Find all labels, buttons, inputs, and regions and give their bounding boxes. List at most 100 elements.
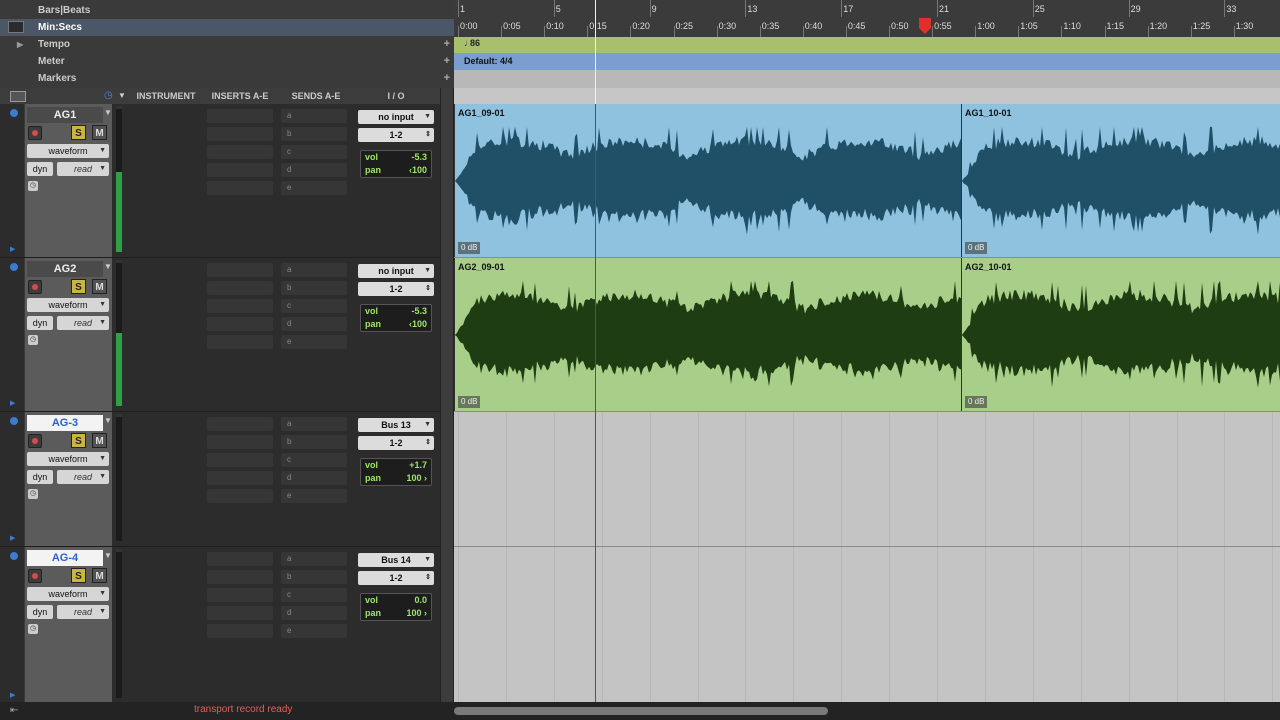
automation-mode-select[interactable]: read ▼: [57, 470, 109, 484]
dyn-button[interactable]: dyn: [27, 316, 53, 330]
send-slot[interactable]: b: [281, 570, 347, 584]
send-slot[interactable]: e: [281, 624, 347, 638]
send-slot[interactable]: e: [281, 489, 347, 503]
playhead-icon[interactable]: [919, 18, 931, 34]
track-lane[interactable]: AG2_09-01 0 dB AG2_10-01 0 dB: [454, 258, 1280, 412]
track-lane[interactable]: [454, 547, 1280, 704]
volume-pan-display[interactable]: vol -5.3 pan ‹100: [360, 150, 432, 178]
expand-triangle-icon[interactable]: ▶: [10, 399, 15, 407]
volume-row[interactable]: vol 0.0: [365, 594, 427, 607]
send-slot[interactable]: d: [281, 163, 347, 177]
timeline-rulers[interactable]: 86 ♩ Default: 4/4 1 5 9 13 17 21 25 29 33 0:00 0:0…: [454, 0, 1280, 88]
clip-gain[interactable]: 0 dB: [458, 242, 481, 254]
insert-slot[interactable]: [207, 606, 273, 620]
output-select[interactable]: 1-2 ⇕: [358, 128, 434, 142]
send-slot[interactable]: a: [281, 263, 347, 277]
insert-slot[interactable]: [207, 299, 273, 313]
input-select[interactable]: Bus 14 ▼: [358, 553, 434, 567]
volume-row[interactable]: vol -5.3: [365, 305, 427, 318]
track-row[interactable]: ▶ AG1 ▼ S M waveform ▼ dyn read ▼ ◷ a b c d e no…: [0, 104, 440, 258]
audio-clip[interactable]: AG1_10-01 0 dB: [961, 104, 1280, 257]
insert-slot[interactable]: [207, 163, 273, 177]
track-name[interactable]: AG1: [27, 107, 103, 123]
insert-slot[interactable]: [207, 489, 273, 503]
meter-lane[interactable]: Default: 4/4: [454, 53, 1280, 70]
output-select[interactable]: 1-2 ⇕: [358, 571, 434, 585]
expand-triangle-icon[interactable]: ▶: [17, 36, 23, 53]
solo-button[interactable]: S: [71, 568, 86, 583]
timebase-icon[interactable]: ◷: [28, 489, 38, 499]
automation-mode-select[interactable]: read ▼: [57, 316, 109, 330]
add-meter-icon[interactable]: +: [444, 53, 450, 70]
ruler-min-secs[interactable]: Min:Secs: [0, 19, 454, 36]
timebase-icon[interactable]: ◷: [28, 624, 38, 634]
chevron-down-icon[interactable]: ▼: [118, 91, 126, 100]
solo-button[interactable]: S: [71, 279, 86, 294]
dyn-button[interactable]: dyn: [27, 162, 53, 176]
track-list-menu-icon[interactable]: [10, 91, 26, 102]
input-select[interactable]: no input ▼: [358, 264, 434, 278]
record-arm-button[interactable]: [28, 280, 42, 294]
insert-slot[interactable]: [207, 263, 273, 277]
chevron-down-icon[interactable]: ▼: [104, 416, 112, 425]
insert-slot[interactable]: [207, 453, 273, 467]
clip-gain[interactable]: 0 dB: [458, 396, 481, 408]
clip-gain[interactable]: 0 dB: [965, 242, 988, 254]
send-slot[interactable]: d: [281, 317, 347, 331]
send-slot[interactable]: c: [281, 588, 347, 602]
insert-slot[interactable]: [207, 624, 273, 638]
output-select[interactable]: 1-2 ⇕: [358, 282, 434, 296]
expand-triangle-icon[interactable]: ▶: [10, 691, 15, 699]
insert-slot[interactable]: [207, 471, 273, 485]
send-slot[interactable]: e: [281, 335, 347, 349]
pan-row[interactable]: pan 100 ›: [365, 607, 427, 620]
record-arm-button[interactable]: [28, 569, 42, 583]
track-name[interactable]: AG2: [27, 261, 103, 277]
expand-triangle-icon[interactable]: ▶: [10, 534, 15, 542]
track-view-select[interactable]: waveform ▼: [27, 452, 109, 466]
audio-clip[interactable]: AG1_09-01 0 dB: [454, 104, 961, 257]
divider-gutter[interactable]: [440, 88, 454, 704]
dyn-button[interactable]: dyn: [27, 605, 53, 619]
volume-row[interactable]: vol +1.7: [365, 459, 427, 472]
record-arm-button[interactable]: [28, 126, 42, 140]
track-name[interactable]: AG-3: [27, 415, 103, 431]
track-view-select[interactable]: waveform ▼: [27, 587, 109, 601]
horizontal-scrollbar[interactable]: [454, 707, 828, 715]
track-name[interactable]: AG-4: [27, 550, 103, 566]
ruler-menu-icon[interactable]: [8, 21, 24, 33]
volume-pan-display[interactable]: vol 0.0 pan 100 ›: [360, 593, 432, 621]
insert-slot[interactable]: [207, 281, 273, 295]
solo-button[interactable]: S: [71, 125, 86, 140]
dyn-button[interactable]: dyn: [27, 470, 53, 484]
mute-button[interactable]: M: [92, 433, 107, 448]
track-view-select[interactable]: waveform ▼: [27, 298, 109, 312]
clip-gain[interactable]: 0 dB: [965, 396, 988, 408]
track-row[interactable]: ▶ AG-4 ▼ S M waveform ▼ dyn read ▼ ◷ a b c d e B…: [0, 547, 440, 704]
collapse-arrow-icon[interactable]: ⇤: [10, 705, 18, 716]
volume-pan-display[interactable]: vol +1.7 pan 100 ›: [360, 458, 432, 486]
insert-slot[interactable]: [207, 588, 273, 602]
insert-slot[interactable]: [207, 317, 273, 331]
timebase-icon[interactable]: ◷: [28, 335, 38, 345]
pan-row[interactable]: pan 100 ›: [365, 472, 427, 485]
send-slot[interactable]: b: [281, 281, 347, 295]
pan-row[interactable]: pan ‹100: [365, 318, 427, 331]
send-slot[interactable]: c: [281, 299, 347, 313]
track-lane[interactable]: AG1_09-01 0 dB AG1_10-01 0 dB: [454, 104, 1280, 258]
record-arm-button[interactable]: [28, 434, 42, 448]
insert-slot[interactable]: [207, 417, 273, 431]
pan-row[interactable]: pan ‹100: [365, 164, 427, 177]
send-slot[interactable]: d: [281, 606, 347, 620]
insert-slot[interactable]: [207, 181, 273, 195]
track-row[interactable]: ▶ AG-3 ▼ S M waveform ▼ dyn read ▼ ◷ a b c d e B…: [0, 412, 440, 547]
ruler-markers[interactable]: Markers +: [0, 70, 454, 87]
solo-button[interactable]: S: [71, 433, 86, 448]
insert-slot[interactable]: [207, 552, 273, 566]
send-slot[interactable]: a: [281, 552, 347, 566]
ruler-meter[interactable]: Meter +: [0, 53, 454, 70]
track-row[interactable]: ▶ AG2 ▼ S M waveform ▼ dyn read ▼ ◷ a b c d e no…: [0, 258, 440, 412]
send-slot[interactable]: a: [281, 417, 347, 431]
insert-slot[interactable]: [207, 335, 273, 349]
add-tempo-icon[interactable]: +: [444, 36, 450, 53]
